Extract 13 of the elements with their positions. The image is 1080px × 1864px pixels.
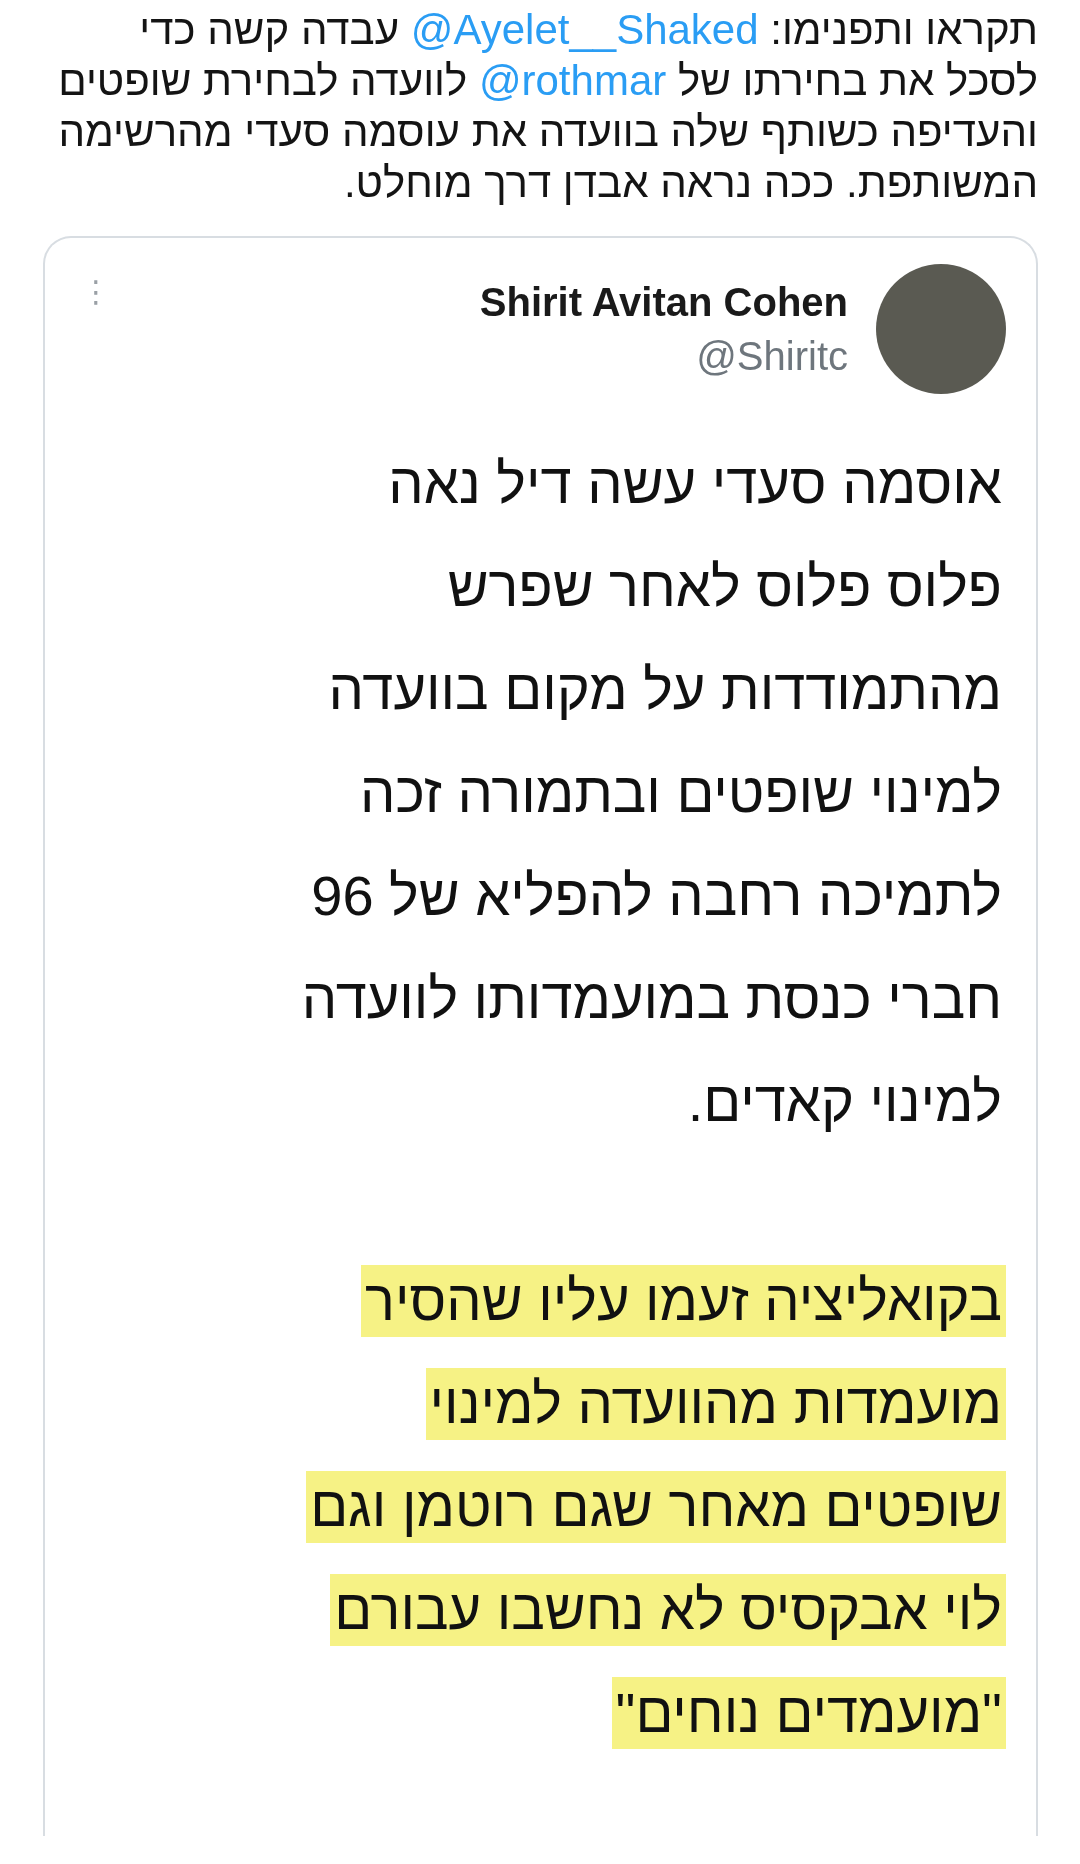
mention-link[interactable]: @rothmar — [478, 57, 667, 104]
author-handle: @Shiritc — [696, 333, 848, 380]
quoted-tweet-card[interactable] — [43, 236, 1038, 1836]
image-text-line: חברי כנסת במועמדותו לוועדה — [300, 965, 1003, 1032]
image-text-line: פלוס פלוס לאחר שפרש — [446, 553, 1003, 620]
author-name: Shirit Avitan Cohen — [479, 279, 848, 326]
image-text-line: לתמיכה רחבה להפליא של 96 — [310, 862, 1003, 929]
image-text-line: אוסמה סעדי עשה דיל נאה — [387, 450, 1003, 517]
more-menu-button[interactable]: ⋮ — [75, 274, 117, 309]
image-text-line: למינוי שופטים ובתמורה זכה — [358, 759, 1003, 826]
image-text-line: מהתמודדות על מקום בוועדה — [327, 656, 1003, 723]
mention-link[interactable]: @Ayelet__Shaked — [410, 6, 759, 53]
image-text-line: למינוי קאדים. — [686, 1068, 1003, 1135]
